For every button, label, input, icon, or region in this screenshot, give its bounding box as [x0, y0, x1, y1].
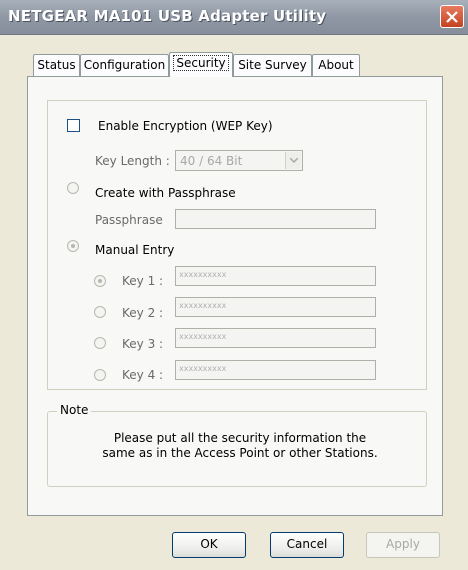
key-3-label: Key 3 :: [122, 337, 164, 351]
key-1-radio[interactable]: [94, 275, 106, 287]
key-4-radio[interactable]: [94, 369, 106, 381]
enable-encryption-checkbox[interactable]: [67, 119, 80, 132]
key-3-radio[interactable]: [94, 337, 106, 349]
tab-configuration[interactable]: Configuration: [80, 54, 169, 76]
key-length-dropdown-button[interactable]: [285, 152, 301, 169]
ok-button[interactable]: OK: [172, 532, 246, 558]
chevron-down-icon: [290, 158, 298, 163]
note-text: Please put all the security information …: [80, 431, 400, 461]
key-length-select[interactable]: 40 / 64 Bit: [175, 150, 303, 171]
apply-button[interactable]: Apply: [366, 532, 440, 558]
tab-site-survey[interactable]: Site Survey: [233, 54, 312, 76]
tab-security[interactable]: Security: [169, 52, 233, 77]
key-3-input[interactable]: xxxxxxxxxx: [175, 328, 376, 348]
tab-status[interactable]: Status: [33, 54, 80, 76]
note-label: Note: [57, 403, 92, 417]
manual-entry-label: Manual Entry: [95, 243, 175, 257]
passphrase-label: Passphrase: [95, 213, 163, 227]
key-length-label: Key Length :: [95, 154, 170, 168]
create-passphrase-label: Create with Passphrase: [95, 186, 236, 200]
window-title: NETGEAR MA101 USB Adapter Utility: [8, 7, 327, 25]
note-line-1: Please put all the security information …: [113, 431, 367, 445]
note-line-2: same as in the Access Point or other Sta…: [102, 446, 378, 460]
enable-encryption-label: Enable Encryption (WEP Key): [98, 119, 273, 133]
key-2-radio[interactable]: [94, 306, 106, 318]
key-4-label: Key 4 :: [122, 368, 164, 382]
key-2-input[interactable]: xxxxxxxxxx: [175, 297, 376, 317]
key-1-input[interactable]: xxxxxxxxxx: [175, 266, 376, 286]
cancel-button[interactable]: Cancel: [270, 532, 344, 558]
tab-security-label: Security: [173, 55, 229, 71]
tab-about[interactable]: About: [312, 54, 360, 76]
close-button[interactable]: [440, 5, 464, 28]
key-2-label: Key 2 :: [122, 306, 164, 320]
key-length-value: 40 / 64 Bit: [180, 154, 243, 168]
key-4-input[interactable]: xxxxxxxxxx: [175, 360, 376, 380]
create-passphrase-radio[interactable]: [67, 182, 79, 194]
title-bar: NETGEAR MA101 USB Adapter Utility: [0, 0, 468, 35]
close-icon: [446, 11, 458, 23]
key-1-label: Key 1 :: [122, 274, 164, 288]
passphrase-input[interactable]: [175, 209, 376, 229]
manual-entry-radio[interactable]: [67, 240, 79, 252]
